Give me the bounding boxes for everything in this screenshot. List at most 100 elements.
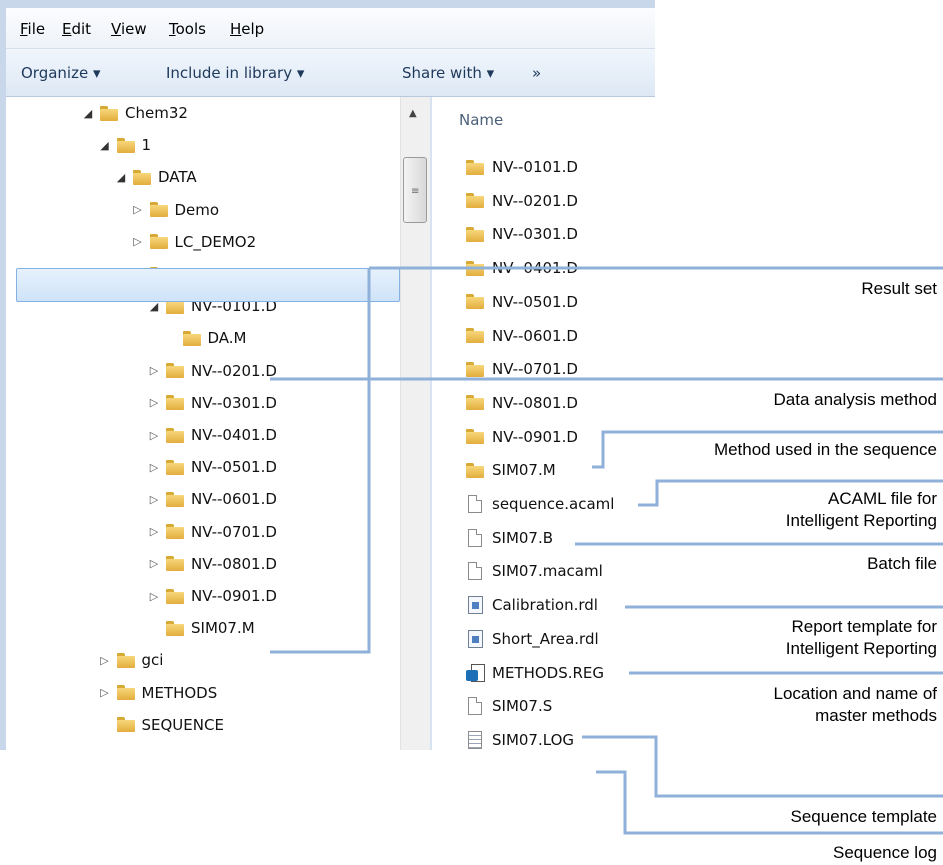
- collapsed-arrow-icon[interactable]: ▷: [97, 654, 113, 667]
- collapsed-arrow-icon[interactable]: ▷: [97, 686, 113, 699]
- tree-item[interactable]: ◢ 1: [97, 130, 152, 160]
- file-name: SIM07.macaml: [492, 562, 603, 581]
- file-name: NV--0901.D: [492, 427, 578, 446]
- annotation-acaml-file: ACAML file for Intelligent Reporting: [785, 489, 937, 530]
- tree-item[interactable]: SIM07.M: [146, 613, 255, 643]
- navigation-tree: ◢Chem32◢1◢DATA▷Demo▷LC_DEMO2◢SIM07 2010-…: [6, 97, 400, 750]
- tree-item-label: NV--0201.D: [191, 361, 277, 380]
- folder-icon: [166, 459, 184, 475]
- collapsed-arrow-icon[interactable]: ▷: [130, 203, 146, 216]
- file-row[interactable]: NV--0401.D: [466, 253, 578, 283]
- expanded-arrow-icon[interactable]: ◢: [80, 107, 96, 120]
- collapsed-arrow-icon[interactable]: ▷: [146, 525, 162, 538]
- file-row[interactable]: SIM07.M: [466, 455, 556, 485]
- tree-item[interactable]: ▷ NV--0901.D: [146, 581, 277, 611]
- scroll-up-arrow-icon[interactable]: ▲: [409, 108, 417, 119]
- file-row[interactable]: sequence.acaml: [466, 489, 614, 519]
- folder-icon: [116, 717, 135, 733]
- folder-icon: [466, 226, 484, 242]
- name-column-header[interactable]: Name: [459, 111, 503, 129]
- folder-icon: [466, 429, 484, 445]
- tree-item[interactable]: ▷ NV--0601.D: [146, 484, 277, 514]
- tree-item[interactable]: ▷ NV--0501.D: [146, 452, 277, 482]
- file-row[interactable]: NV--0801.D: [466, 388, 578, 418]
- file-row[interactable]: NV--0501.D: [466, 287, 578, 317]
- tree-item[interactable]: ◢ DATA: [113, 162, 197, 192]
- tree-item[interactable]: ▷ NV--0701.D: [146, 517, 277, 547]
- expanded-arrow-icon[interactable]: ◢: [113, 171, 129, 184]
- annotation-data-analysis-method: Data analysis method: [773, 390, 937, 409]
- collapsed-arrow-icon[interactable]: ▷: [146, 396, 162, 409]
- expanded-arrow-icon[interactable]: ◢: [97, 139, 113, 152]
- file-row[interactable]: Calibration.rdl: [466, 590, 598, 620]
- tree-item-label: NV--0401.D: [191, 426, 277, 444]
- scroll-thumb[interactable]: ≡: [403, 157, 427, 223]
- file-name: Short_Area.rdl: [492, 629, 599, 648]
- file-row[interactable]: NV--0301.D: [466, 219, 578, 249]
- file-row[interactable]: SIM07.S: [466, 691, 552, 721]
- file-row[interactable]: SIM07.B: [466, 523, 553, 553]
- folder-icon: [166, 363, 184, 379]
- menu-file[interactable]: File: [20, 20, 45, 38]
- tree-item[interactable]: ▷ Demo: [130, 195, 220, 225]
- command-bar: Organize ▾ Include in library ▾ Share wi…: [6, 49, 655, 97]
- tree-item[interactable]: DA.M: [163, 323, 247, 353]
- file-row[interactable]: Short_Area.rdl: [466, 624, 599, 654]
- folder-icon: [166, 524, 184, 540]
- tree-item-label: Demo: [174, 200, 220, 219]
- file-name: NV--0201.D: [492, 191, 578, 210]
- tree-scrollbar[interactable]: ▲ ≡: [400, 97, 431, 750]
- folder-icon: [466, 462, 484, 478]
- menu-edit[interactable]: Edit: [62, 20, 91, 38]
- tree-item-label: NV--0801.D: [191, 554, 277, 573]
- folder-icon: [100, 105, 118, 121]
- file-name: NV--0101.D: [492, 158, 578, 176]
- tree-item[interactable]: SEQUENCE: [97, 710, 224, 740]
- tree-item[interactable]: ▷ NV--0801.D: [146, 549, 277, 579]
- folder-icon: [116, 137, 135, 153]
- collapsed-arrow-icon[interactable]: ▷: [146, 364, 162, 377]
- collapsed-arrow-icon[interactable]: ▷: [146, 461, 162, 474]
- tree-item[interactable]: ▷ METHODS: [97, 678, 218, 708]
- grip-icon: ≡: [411, 186, 420, 197]
- folder-icon: [166, 427, 184, 443]
- file-row[interactable]: NV--0901.D: [466, 422, 578, 452]
- more-commands-button[interactable]: »: [532, 64, 541, 82]
- tree-item[interactable]: ▷ NV--0201.D: [146, 356, 277, 386]
- file-name: sequence.acaml: [492, 495, 615, 513]
- collapsed-arrow-icon[interactable]: ▷: [146, 590, 162, 603]
- file-row[interactable]: NV--0201.D: [466, 186, 578, 216]
- collapsed-arrow-icon[interactable]: ▷: [146, 557, 162, 570]
- share-with-button[interactable]: Share with ▾: [402, 64, 494, 82]
- tree-item-label: 1: [141, 136, 152, 155]
- include-in-library-button[interactable]: Include in library ▾: [166, 64, 304, 82]
- folder-icon: [149, 234, 168, 250]
- file-row[interactable]: SIM07.LOG: [466, 725, 574, 750]
- file-row[interactable]: NV--0601.D: [466, 321, 578, 351]
- collapsed-arrow-icon[interactable]: ▷: [146, 429, 162, 442]
- menu-tools[interactable]: Tools: [169, 20, 206, 38]
- tree-item[interactable]: TEMP: [97, 742, 182, 750]
- file-row[interactable]: NV--0101.D: [466, 152, 578, 182]
- tree-item-label: METHODS: [141, 683, 218, 702]
- collapsed-arrow-icon[interactable]: ▷: [130, 235, 146, 248]
- tree-item[interactable]: ▷ NV--0301.D: [146, 388, 277, 418]
- file-row[interactable]: NV--0701.D: [466, 354, 578, 384]
- menu-help[interactable]: Help: [230, 20, 264, 38]
- tree-item[interactable]: ▷ NV--0401.D: [146, 420, 277, 450]
- file-row[interactable]: METHODS.REG: [466, 658, 604, 688]
- folder-icon: [116, 685, 135, 701]
- document-icon: [468, 697, 482, 716]
- tree-item[interactable]: ▷ gci: [97, 645, 163, 675]
- folder-icon: [133, 169, 151, 185]
- folder-icon: [466, 361, 484, 377]
- tree-item[interactable]: ◢ Chem32: [80, 98, 188, 128]
- organize-button[interactable]: Organize ▾: [21, 64, 101, 82]
- file-row[interactable]: SIM07.macaml: [466, 556, 603, 586]
- collapsed-arrow-icon[interactable]: ▷: [146, 493, 162, 506]
- file-name: SIM07.LOG: [492, 730, 574, 749]
- folder-icon: [466, 328, 484, 343]
- menu-view[interactable]: View: [111, 20, 147, 38]
- folder-icon: [166, 620, 184, 636]
- tree-item[interactable]: ▷ LC_DEMO2: [130, 227, 256, 257]
